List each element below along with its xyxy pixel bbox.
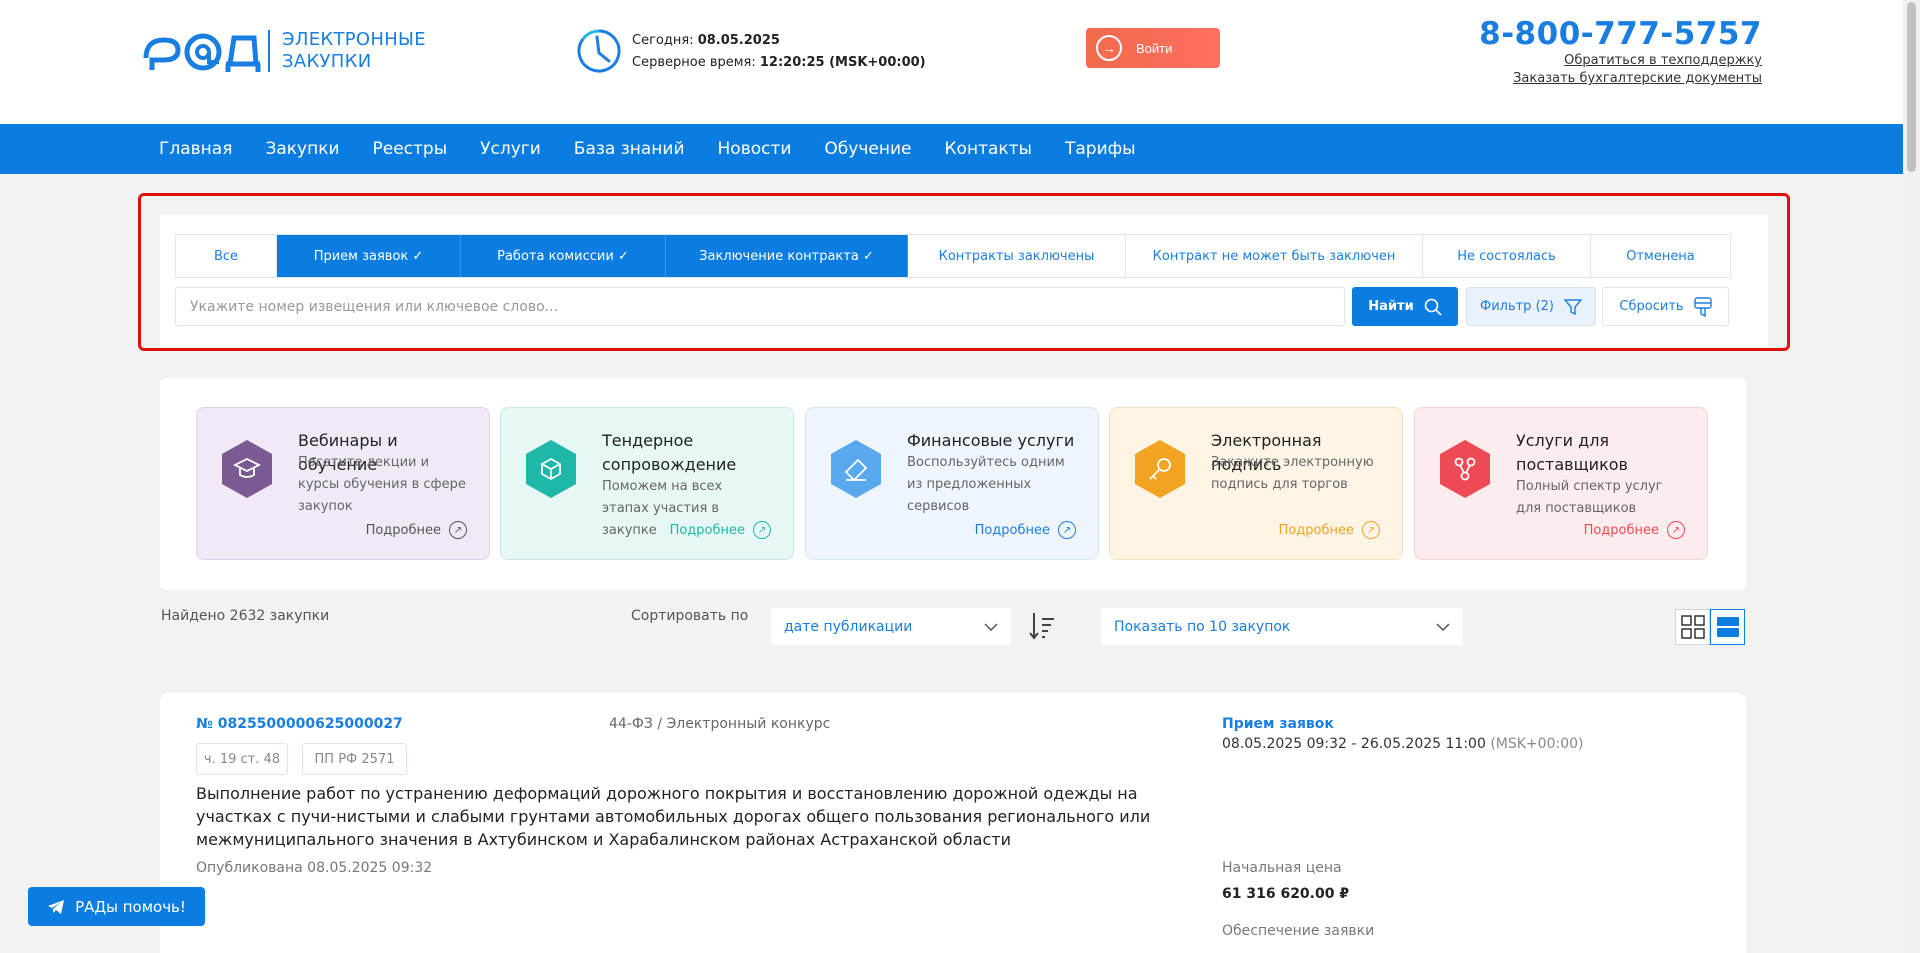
sort-label: Сортировать по (631, 608, 749, 624)
service-title: Финансовые услуги (907, 431, 1075, 450)
rad-logo-icon (143, 33, 261, 72)
logo-text-line2: ЗАКУПКИ (282, 51, 372, 72)
nav-item-contacts[interactable]: Контакты (944, 139, 1032, 159)
more-label: Подробнее (1278, 522, 1354, 538)
purchase-title[interactable]: Выполнение работ по устранению деформаци… (196, 782, 1196, 851)
more-label: Подробнее (1583, 522, 1659, 538)
support-link[interactable]: Обратиться в техподдержку (1479, 52, 1762, 70)
service-card-financial[interactable]: Финансовые услуги Воспользуйтесь одним и… (805, 407, 1099, 560)
nav-item-tariffs[interactable]: Тарифы (1065, 139, 1136, 159)
sort-select[interactable]: дате публикации (771, 608, 1011, 645)
today-label: Сегодня: (632, 33, 694, 48)
login-button[interactable]: → Войти (1086, 28, 1220, 68)
service-card-webinars[interactable]: Вебинары и обучение Посетите лекции и ку… (196, 407, 490, 560)
list-icon (1716, 617, 1739, 637)
nav-item-main[interactable]: Главная (159, 139, 232, 159)
per-page-select[interactable]: Показать по 10 закупок (1101, 608, 1463, 645)
nav-item-registries[interactable]: Реестры (373, 139, 448, 159)
nav-item-purchases[interactable]: Закупки (265, 139, 339, 159)
nav-item-knowledge-base[interactable]: База знаний (574, 139, 685, 159)
scrollbar-thumb[interactable] (1907, 2, 1916, 172)
more-link[interactable]: Подробнее ↗ (1584, 521, 1685, 539)
more-label: Подробнее (669, 522, 745, 538)
view-toggle (1675, 609, 1745, 645)
more-label: Подробнее (974, 522, 1050, 538)
login-label: Войти (1136, 40, 1173, 56)
tag-chip: ч. 19 ст. 48 (196, 743, 288, 775)
sort-order-icon[interactable] (1028, 611, 1056, 641)
more-link[interactable]: Подробнее ↗ (1279, 521, 1380, 539)
more-link[interactable]: Подробнее ↗ (975, 521, 1076, 539)
phone-number[interactable]: 8-800-777-5757 (1479, 16, 1762, 52)
more-link[interactable]: Подробнее ↗ (366, 521, 467, 539)
purchase-status: Прием заявок (1222, 716, 1334, 732)
date-range: 08.05.2025 09:32 - 26.05.2025 11:00 (1222, 736, 1486, 752)
price-value: 61 316 620.00 ₽ (1222, 886, 1350, 902)
share-icon (1437, 438, 1493, 500)
card-icon (828, 438, 884, 500)
found-count: Найдено 2632 закупки (161, 608, 330, 624)
more-link[interactable]: Подробнее ↗ (670, 521, 771, 539)
server-time-value: 12:20:25 (MSK+00:00) (759, 55, 926, 70)
docs-link[interactable]: Заказать бухгалтерские документы (1479, 70, 1762, 88)
logo-separator (268, 30, 270, 72)
help-button[interactable]: РАДы помочь! (28, 887, 205, 926)
nav-item-training[interactable]: Обучение (824, 139, 911, 159)
timezone: (MSK+00:00) (1490, 736, 1584, 752)
logo-text-line1: ЭЛЕКТРОННЫЕ (282, 29, 426, 50)
login-arrow-icon: → (1096, 35, 1122, 61)
chevron-down-icon (984, 622, 998, 631)
list-view-button[interactable] (1710, 609, 1745, 645)
arrow-up-right-icon: ↗ (753, 521, 771, 539)
service-desc: Воспользуйтесь одним из предложенных сер… (907, 455, 1065, 514)
highlight-outline (138, 193, 1790, 351)
logo-text: ЭЛЕКТРОННЫЕ ЗАКУПКИ (282, 29, 426, 73)
service-desc: Посетите лекции и курсы обучения в сфере… (298, 455, 466, 514)
graduation-cap-icon (219, 438, 275, 500)
date-info: Сегодня: 08.05.2025 Серверное время: 12:… (632, 30, 926, 74)
arrow-up-right-icon: ↗ (1362, 521, 1380, 539)
today-row: Сегодня: 08.05.2025 (632, 30, 926, 52)
grid-icon (1680, 615, 1705, 639)
server-time-label: Серверное время: (632, 55, 756, 70)
grid-view-button[interactable] (1675, 609, 1710, 645)
more-label: Подробнее (365, 522, 441, 538)
arrow-up-right-icon: ↗ (1667, 521, 1685, 539)
clock-icon (577, 29, 621, 73)
published-date: Опубликована 08.05.2025 09:32 (196, 860, 433, 876)
key-icon (1132, 438, 1188, 500)
service-card-tender-support[interactable]: Тендерное сопровождение Поможем на всех … (500, 407, 794, 560)
contact-block: 8-800-777-5757 Обратиться в техподдержку… (1479, 16, 1762, 88)
server-time-row: Серверное время: 12:20:25 (MSK+00:00) (632, 52, 926, 74)
purchase-dates: 08.05.2025 09:32 - 26.05.2025 11:00 (MSK… (1222, 736, 1583, 752)
header: ЭЛЕКТРОННЫЕ ЗАКУПКИ Сегодня: 08.05.2025 … (0, 0, 1920, 124)
arrow-up-right-icon: ↗ (1058, 521, 1076, 539)
nav-item-services[interactable]: Услуги (480, 139, 541, 159)
nav-item-news[interactable]: Новости (718, 139, 792, 159)
purchase-law: 44-ФЗ / Электронный конкурс (609, 716, 831, 732)
purchase-number[interactable]: № 0825500000625000027 (196, 716, 403, 732)
security-label: Обеспечение заявки (1222, 923, 1375, 939)
scrollbar[interactable] (1903, 0, 1920, 953)
sort-value: дате публикации (784, 618, 913, 635)
service-title: Услуги для поставщиков (1516, 431, 1628, 474)
service-desc: Закажите электронную подпись для торгов (1211, 455, 1374, 492)
per-page-value: Показать по 10 закупок (1114, 618, 1291, 635)
service-desc: Полный спектр услуг для поставщиков (1516, 479, 1663, 516)
logo[interactable]: ЭЛЕКТРОННЫЕ ЗАКУПКИ (142, 28, 426, 74)
service-card-e-signature[interactable]: Электронная подпись Закажите электронную… (1109, 407, 1403, 560)
help-label: РАДы помочь! (75, 897, 186, 916)
service-card-suppliers[interactable]: Услуги для поставщиков Полный спектр усл… (1414, 407, 1708, 560)
today-value: 08.05.2025 (697, 33, 780, 48)
price-label: Начальная цена (1222, 860, 1342, 876)
service-title: Тендерное сопровождение (602, 431, 737, 474)
tag-chip: ПП РФ 2571 (302, 743, 407, 775)
chevron-down-icon (1436, 622, 1450, 631)
main-nav: Главная Закупки Реестры Услуги База знан… (0, 124, 1920, 174)
arrow-up-right-icon: ↗ (449, 521, 467, 539)
telegram-icon (48, 899, 65, 914)
cube-icon (523, 438, 579, 500)
